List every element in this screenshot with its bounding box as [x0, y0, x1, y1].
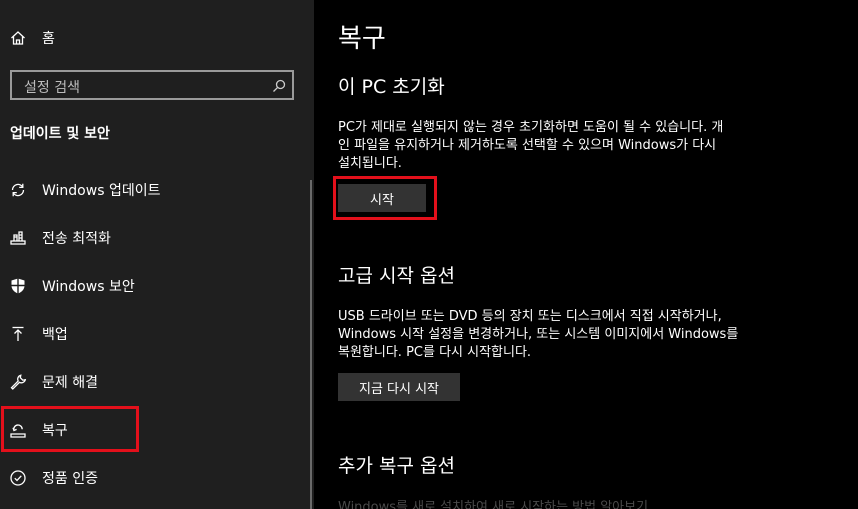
home-icon [9, 29, 27, 47]
sidebar-item-backup[interactable]: 백업 [0, 312, 300, 356]
reset-pc-description: PC가 제대로 실행되지 않는 경우 초기화하면 도움이 될 수 있습니다. 개… [338, 119, 798, 173]
description-line: 복원합니다. PC를 다시 시작합니다. [338, 345, 532, 360]
sidebar-scrollbar[interactable] [310, 180, 312, 509]
sidebar-item-home[interactable]: 홈 [0, 16, 300, 60]
backup-arrow-icon [9, 325, 27, 343]
search-icon [272, 78, 286, 92]
sidebar-item-troubleshoot[interactable]: 문제 해결 [0, 360, 300, 404]
description-line: PC가 제대로 실행되지 않는 경우 초기화하면 도움이 될 수 있습니다. 개 [338, 120, 724, 135]
sidebar-item-label: Windows 업데이트 [42, 183, 161, 199]
section-title: 업데이트 및 보안 [10, 126, 110, 142]
description-line: Windows 시작 설정을 변경하거나, 또는 시스템 이미지에서 Windo… [338, 327, 739, 342]
sidebar-item-label: 정품 인증 [42, 471, 98, 487]
wrench-icon [9, 373, 27, 391]
sidebar-item-windows-update[interactable]: Windows 업데이트 [0, 168, 300, 212]
sidebar-item-windows-security[interactable]: Windows 보안 [0, 264, 300, 308]
advanced-startup-description: USB 드라이브 또는 DVD 등의 장치 또는 디스크에서 직접 시작하거나,… [338, 308, 798, 362]
check-circle-icon [9, 469, 27, 487]
sidebar-item-label: 홈 [42, 31, 55, 47]
sidebar: 홈 설정 검색 업데이트 및 보안 Windows 업데이트 전송 최적화 Wi… [0, 0, 314, 509]
search-placeholder: 설정 검색 [24, 80, 80, 96]
sidebar-item-label: Windows 보안 [42, 279, 135, 295]
recovery-highlight-box [1, 406, 139, 452]
sidebar-item-delivery-optimization[interactable]: 전송 최적화 [0, 216, 300, 260]
main-content: 복구 이 PC 초기화 PC가 제대로 실행되지 않는 경우 초기화하면 도움이… [314, 0, 858, 509]
delivery-optimization-icon [9, 229, 27, 247]
sidebar-item-label: 백업 [42, 327, 68, 343]
description-line: 인 파일을 유지하거나 제거하도록 선택할 수 있으며 Windows가 다시 [338, 138, 717, 153]
search-input[interactable]: 설정 검색 [10, 70, 294, 100]
advanced-startup-heading: 고급 시작 옵션 [338, 265, 455, 287]
description-line: 설치됩니다. [338, 156, 402, 171]
sidebar-item-activation[interactable]: 정품 인증 [0, 456, 300, 500]
fresh-start-link[interactable]: Windows를 새로 설치하여 새로 시작하는 방법 알아보기 [338, 496, 648, 509]
description-line: USB 드라이브 또는 DVD 등의 장치 또는 디스크에서 직접 시작하거나, [338, 309, 722, 324]
page-title: 복구 [338, 24, 386, 54]
restart-now-button[interactable]: 지금 다시 시작 [338, 373, 460, 401]
reset-pc-heading: 이 PC 초기화 [338, 76, 445, 98]
sync-icon [9, 181, 27, 199]
start-highlight-box [333, 176, 437, 220]
more-recovery-heading: 추가 복구 옵션 [338, 455, 455, 477]
sidebar-item-label: 문제 해결 [42, 375, 98, 391]
sidebar-item-label: 전송 최적화 [42, 231, 111, 247]
settings-window: 홈 설정 검색 업데이트 및 보안 Windows 업데이트 전송 최적화 Wi… [0, 0, 858, 509]
shield-icon [9, 277, 27, 295]
